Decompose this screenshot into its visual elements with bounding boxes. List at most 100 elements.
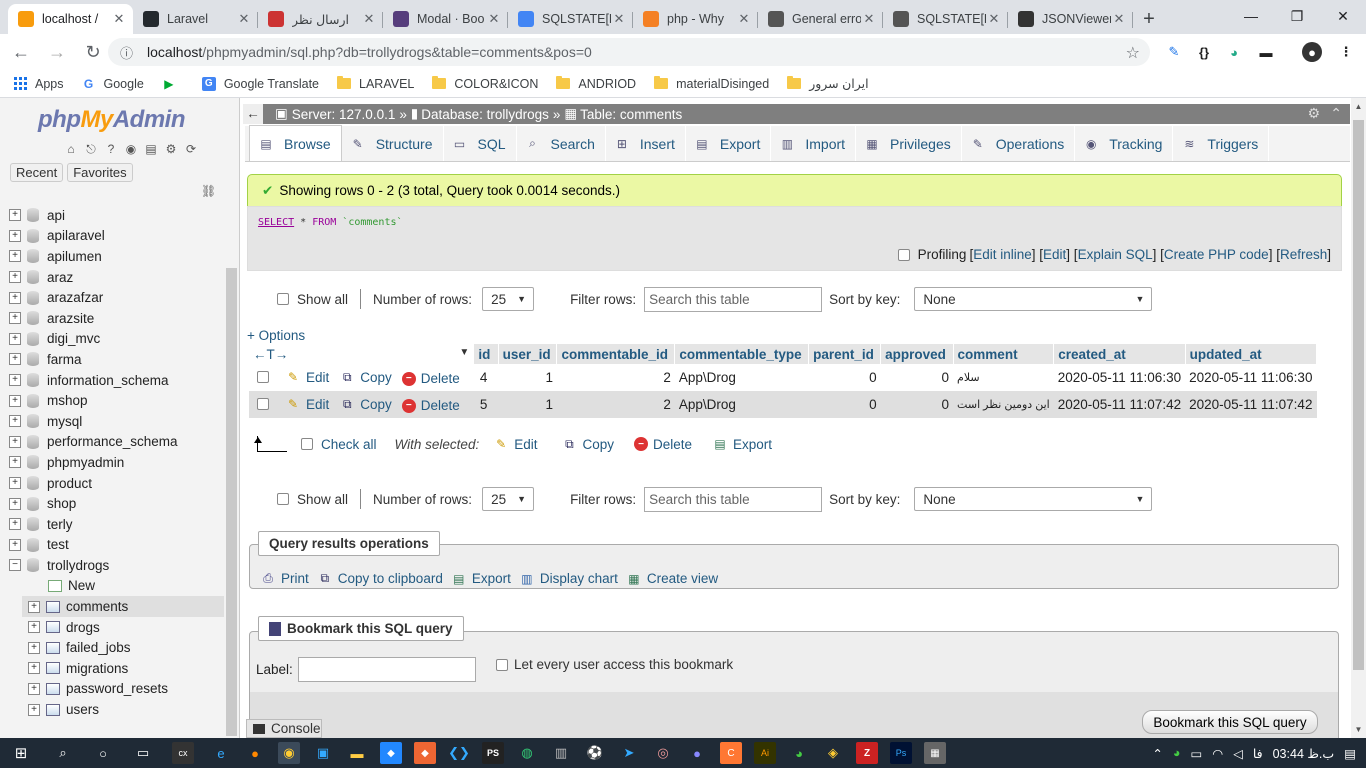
column-header-commentable_type[interactable]: commentable_type [674, 344, 810, 364]
cell-id[interactable]: 5 [473, 391, 499, 418]
new-table-item[interactable]: New [0, 576, 224, 597]
close-tab-icon[interactable]: ✕ [111, 11, 127, 27]
notifications-icon[interactable]: ▤ [1344, 746, 1356, 761]
bookmark-folder[interactable]: ANDRIOD [556, 76, 636, 91]
column-header-approved[interactable]: approved [880, 344, 954, 364]
cell-comment[interactable]: سلام [953, 364, 1054, 391]
vscode-icon[interactable]: ❮❯ [448, 742, 470, 764]
collapse-top-icon[interactable]: ⌃ [1330, 105, 1342, 122]
close-tab-icon[interactable]: ✕ [1111, 11, 1127, 27]
link-with-main-icon[interactable]: ⛓ [201, 184, 216, 198]
column-header-commentable_id[interactable]: commentable_id [556, 344, 676, 364]
create-php-code-link[interactable]: Create PHP code [1164, 247, 1269, 262]
favorites-button[interactable]: Favorites [67, 163, 133, 182]
expand-icon[interactable]: + [28, 641, 40, 654]
table-item[interactable]: + drogs [22, 617, 224, 638]
cell-user_id[interactable]: 1 [498, 391, 557, 418]
address-bar[interactable]: ⓘ localhost/phpmyadmin/sql.php?db=trolly… [108, 38, 1150, 66]
browser-tab[interactable]: ارسال نظر ✕ [258, 4, 383, 34]
filter-rows-input-bottom[interactable]: Search this table [644, 486, 823, 512]
table-item[interactable]: + password_resets [22, 679, 224, 700]
row-delete-button[interactable]: − Delete [401, 398, 460, 413]
database-item[interactable]: + product [0, 473, 224, 494]
store-icon[interactable]: ▣ [312, 742, 334, 764]
number-of-rows-select[interactable]: 25 ▼ [482, 287, 535, 311]
cell-approved[interactable]: 0 [880, 391, 954, 418]
close-tab-icon[interactable]: ✕ [611, 11, 627, 27]
column-resize-controls[interactable]: ←T→ ▼ [249, 344, 475, 364]
info-icon[interactable]: ⓘ [120, 43, 133, 62]
row-delete-button[interactable]: − Delete [401, 371, 460, 386]
close-tab-icon[interactable]: ✕ [736, 11, 752, 27]
expand-icon[interactable]: + [9, 229, 21, 242]
explain-sql-link[interactable]: Explain SQL [1078, 247, 1153, 262]
expand-icon[interactable]: + [9, 538, 21, 551]
expand-icon[interactable]: + [28, 703, 40, 716]
row-copy-button[interactable]: ⧉ Copy [339, 370, 392, 385]
sort-by-key-select[interactable]: None ▼ [914, 287, 1153, 311]
network-app-icon[interactable]: ◕ [1173, 746, 1181, 760]
browser-tab[interactable]: localhost / ✕ [8, 4, 133, 34]
expand-icon[interactable]: + [9, 456, 21, 469]
database-item[interactable]: + farma [0, 349, 224, 370]
browser-tab[interactable]: Modal · Boo ✕ [383, 4, 508, 34]
cell-commentable_type[interactable]: App\Drog [674, 391, 809, 418]
check-all-checkbox[interactable] [301, 438, 313, 450]
app-blue-icon[interactable]: ◆ [380, 742, 402, 764]
cell-parent_id[interactable]: 0 [808, 391, 881, 418]
app-circle-icon[interactable]: ◎ [652, 742, 674, 764]
tab-sql[interactable]: ▭ SQL [444, 126, 517, 161]
bookmark-translate[interactable]: G Google Translate [201, 76, 319, 91]
copy-to-clipboard-button[interactable]: ⧉ Copy to clipboard [317, 571, 442, 586]
browser-tab[interactable]: SQLSTATE[H ✕ [508, 4, 633, 34]
cell-comment[interactable]: این دومین نظر است [953, 391, 1054, 418]
edit-link[interactable]: Edit [1043, 247, 1066, 262]
photoshop-icon[interactable]: Ps [890, 742, 912, 764]
app-earth-icon[interactable]: ◕ [788, 742, 810, 764]
expand-icon[interactable]: + [9, 332, 21, 345]
create-view-button[interactable]: ▦ Create view [626, 571, 718, 586]
app-purple-icon[interactable]: ● [686, 742, 708, 764]
minimize-icon[interactable]: — [1228, 0, 1274, 32]
illustrator-icon[interactable]: Ai [754, 742, 776, 764]
database-item[interactable]: + api [0, 205, 224, 226]
bulk-edit-button[interactable]: ✎ Edit [493, 437, 537, 452]
browser-tab[interactable]: SQLSTATE[H ✕ [883, 4, 1008, 34]
tab-triggers[interactable]: ≋ Triggers [1173, 126, 1270, 161]
battery-icon[interactable]: ▭ [1190, 746, 1202, 761]
cell-created_at[interactable]: 2020-05-11 11:06:30 [1053, 364, 1186, 391]
forward-icon[interactable]: → [42, 37, 72, 67]
cell-updated_at[interactable]: 2020-05-11 11:06:30 [1185, 364, 1317, 391]
chrome-icon[interactable]: ◉ [278, 742, 300, 764]
cell-id[interactable]: 4 [473, 364, 499, 391]
menu-dots-icon[interactable]: ⋮ [1336, 42, 1356, 62]
database-item[interactable]: + apilaravel [0, 226, 224, 247]
browser-tab[interactable]: php - Why ✕ [633, 4, 758, 34]
bookmark-query-button[interactable]: Bookmark this SQL query [1142, 710, 1318, 734]
tab-privileges[interactable]: ▦ Privileges [856, 126, 962, 161]
column-visibility-icon[interactable]: ▼ [459, 347, 469, 358]
windows-start-icon[interactable]: ⊞ [10, 742, 32, 764]
expand-icon[interactable]: + [9, 291, 21, 304]
options-link[interactable]: + Options [247, 328, 305, 343]
app-green-icon[interactable]: ◍ [516, 742, 538, 764]
column-header-updated_at[interactable]: updated_at [1185, 344, 1318, 364]
close-tab-icon[interactable]: ✕ [986, 11, 1002, 27]
breadcrumb-server[interactable]: Server: 127.0.0.1 [292, 107, 396, 122]
breadcrumb-database[interactable]: Database: trollydrogs [421, 107, 549, 122]
keyboard-extension-icon[interactable]: ▬ [1256, 42, 1276, 62]
database-item[interactable]: + arazafzar [0, 287, 224, 308]
database-item[interactable]: + terly [0, 514, 224, 535]
sql-docs-icon[interactable]: ▤ [143, 141, 159, 157]
phpstorm-icon[interactable]: PS [482, 742, 504, 764]
browser-tab[interactable]: Laravel ✕ [133, 4, 258, 34]
expand-icon[interactable]: + [28, 682, 40, 695]
recent-button[interactable]: Recent [10, 163, 64, 182]
table-item[interactable]: + failed_jobs [22, 637, 224, 658]
firefox-icon[interactable]: ● [244, 742, 266, 764]
logout-icon[interactable]: ⎋ [83, 141, 99, 157]
expand-icon[interactable]: + [9, 435, 21, 448]
profiling-checkbox[interactable] [897, 248, 910, 261]
tab-browse[interactable]: ▤ Browse [249, 125, 342, 161]
expand-icon[interactable]: + [9, 209, 21, 222]
